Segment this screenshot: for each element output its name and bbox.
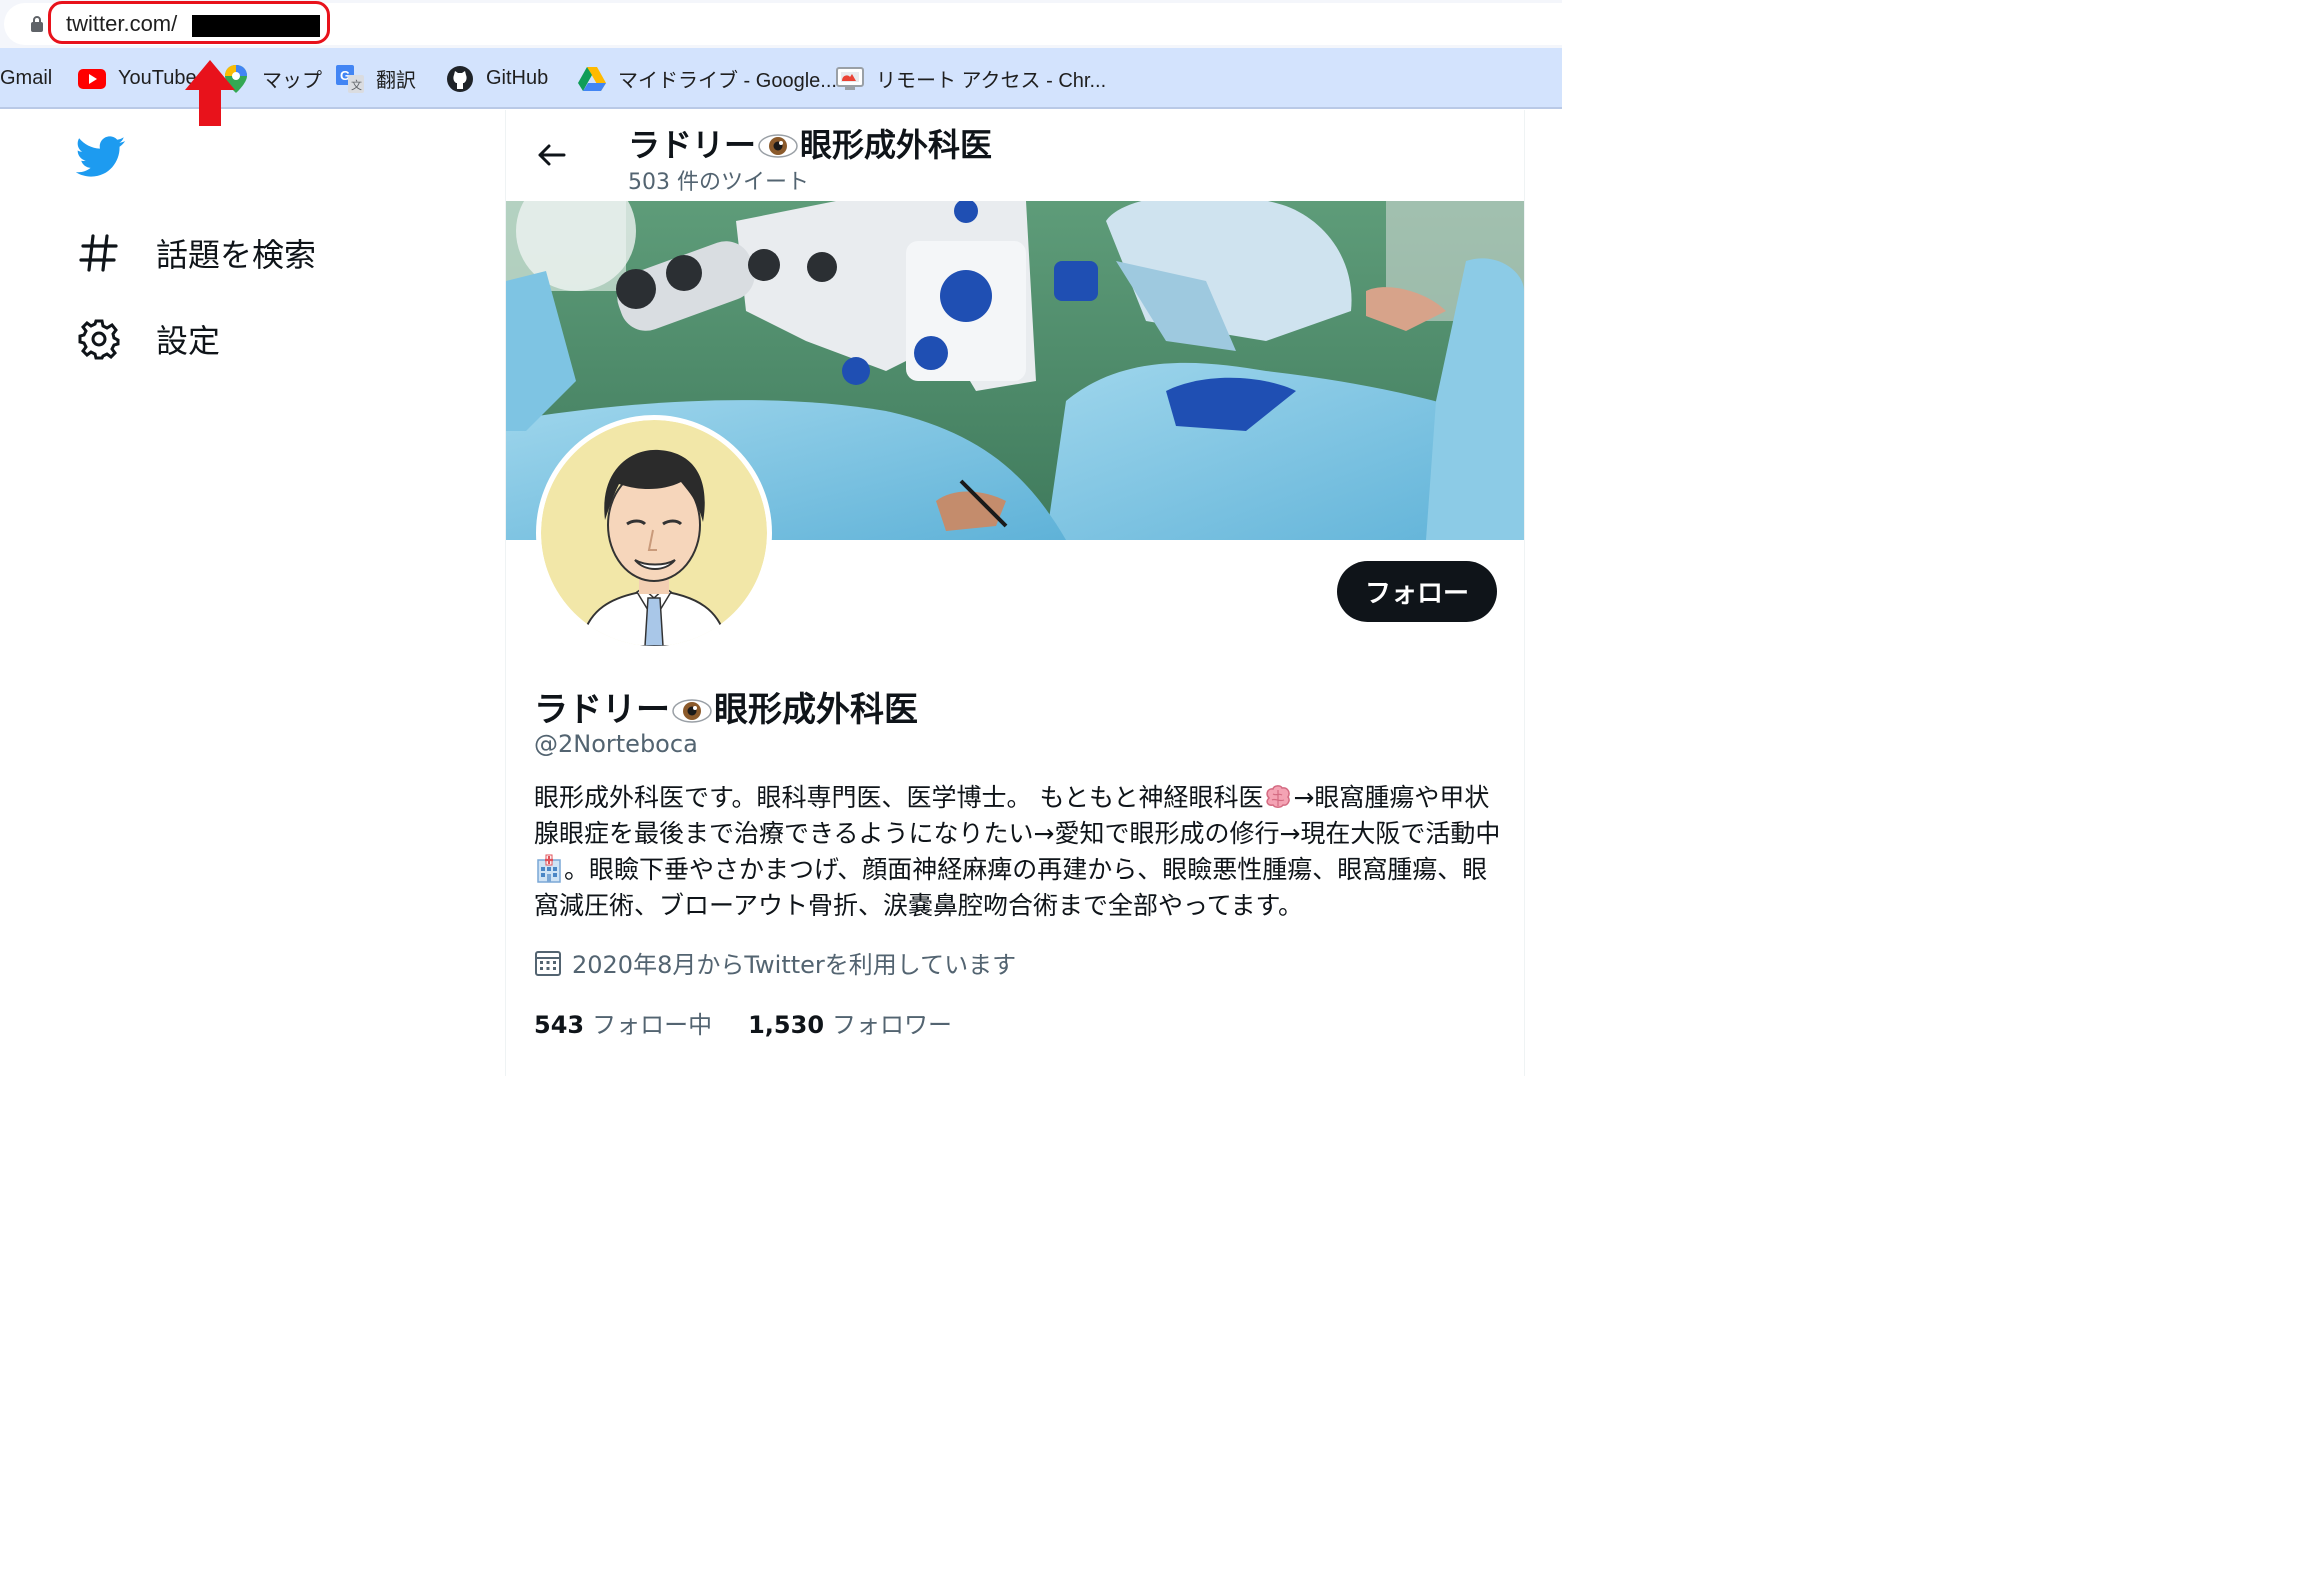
annotation-arrow (185, 60, 235, 126)
profile-column: ラドリー 眼形成外科医 503 件のツイート フォロー ラドリー 眼形成外科医 … (505, 110, 1525, 1076)
bookmark-label: マイドライブ - Google... (618, 70, 837, 92)
bookmark-translate[interactable]: G文 翻訳 (336, 48, 416, 109)
gear-icon (78, 319, 120, 360)
profile-name-prefix: ラドリー (534, 690, 670, 730)
profile-name-suffix: 眼形成外科医 (714, 690, 918, 730)
lock-icon[interactable] (30, 16, 44, 32)
bookmark-label: マップ (262, 70, 322, 92)
calendar-icon (535, 950, 561, 976)
tweet-count: 503 件のツイート (628, 170, 809, 195)
followers-label: フォロワー (832, 1011, 953, 1039)
bio-text-3: 。眼瞼下垂やさかまつげ、顔面神経麻痺の再建から、眼瞼悪性腫瘍、眼窩腫瘍、眼窩減圧… (534, 855, 1488, 920)
eye-emoji-icon (672, 699, 712, 723)
nav-label: 設定 (156, 322, 221, 360)
twitter-logo-icon[interactable] (76, 136, 126, 178)
header-name-prefix: ラドリー (628, 126, 757, 164)
bookmark-gmail[interactable]: Gmail (0, 48, 52, 109)
followers-count: 1,530 (748, 1011, 825, 1039)
eye-emoji-icon (758, 134, 798, 158)
bookmark-youtube[interactable]: YouTube (78, 48, 197, 109)
follow-button[interactable]: フォロー (1337, 561, 1497, 622)
nav-label: 話題を検索 (156, 236, 317, 274)
profile-name: ラドリー 眼形成外科医 (534, 682, 918, 731)
avatar-illustration (541, 420, 767, 646)
profile-handle: @2Norteboca (534, 730, 698, 758)
follow-stats: 543 フォロー中 1,530 フォロワー (534, 1005, 988, 1040)
bookmark-drive[interactable]: マイドライブ - Google... (578, 48, 837, 109)
nav-explore[interactable]: 話題を検索 (78, 230, 316, 276)
following-link[interactable]: 543 フォロー中 (534, 1005, 712, 1040)
bookmark-github[interactable]: GitHub (446, 48, 548, 109)
followers-link[interactable]: 1,530 フォロワー (748, 1005, 952, 1040)
header-profile-name: ラドリー 眼形成外科医 (628, 120, 992, 166)
join-date-text: 2020年8月からTwitterを利用しています (572, 951, 1017, 979)
bookmark-remote-access[interactable]: リモート アクセス - Chr... (836, 48, 1106, 109)
hashtag-icon (79, 234, 118, 272)
bookmark-label: リモート アクセス - Chr... (876, 70, 1107, 92)
brain-emoji-icon (1266, 785, 1291, 808)
remote-desktop-icon (836, 65, 864, 93)
translate-icon: G文 (336, 64, 364, 93)
back-arrow-icon[interactable] (536, 140, 566, 170)
hospital-emoji-icon (537, 854, 561, 883)
address-bar-area: twitter.com/ (0, 0, 1564, 48)
bookmark-label: Gmail (0, 67, 53, 89)
github-icon (446, 65, 474, 93)
bio-text-1: 眼形成外科医です。眼科専門医、医学博士。 もともと神経眼科医 (534, 783, 1264, 812)
svg-text:文: 文 (351, 78, 362, 92)
bookmark-label: GitHub (486, 67, 549, 89)
url-annotation-circle (48, 1, 330, 44)
drive-icon (578, 65, 606, 93)
profile-avatar[interactable] (536, 415, 772, 651)
bookmark-maps[interactable]: マップ (222, 48, 322, 109)
youtube-icon (78, 65, 106, 93)
following-count: 543 (534, 1011, 585, 1039)
nav-settings[interactable]: 設定 (78, 316, 220, 362)
header-name-suffix: 眼形成外科医 (800, 126, 993, 164)
following-label: フォロー中 (592, 1011, 713, 1039)
join-date: 2020年8月からTwitterを利用しています (534, 945, 1016, 980)
bookmark-label: 翻訳 (376, 70, 416, 92)
profile-bio: 眼形成外科医です。眼科専門医、医学博士。 もともと神経眼科医 →眼窩腫瘍や甲状腺眼… (534, 780, 1509, 924)
